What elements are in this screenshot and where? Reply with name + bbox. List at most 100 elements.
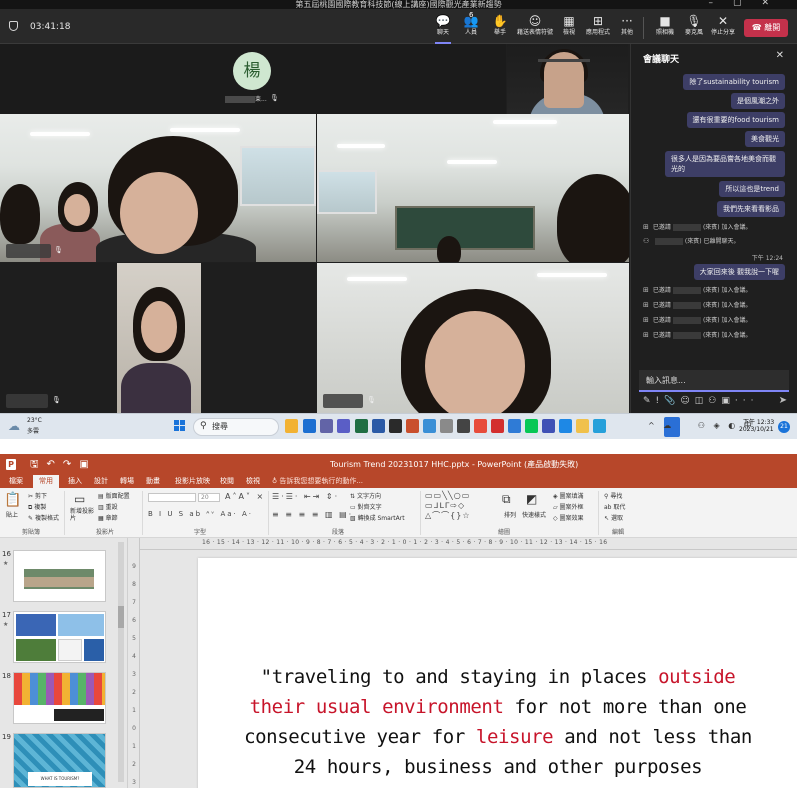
new-slide-icon[interactable]: ▭ xyxy=(74,492,85,506)
tab-transitions[interactable]: 轉場 xyxy=(120,476,134,486)
list-buttons[interactable]: ☰·☰· ⇤⇥ ⇕· xyxy=(272,492,339,501)
stop-share-button[interactable]: ✕ 停止分享 xyxy=(708,13,738,41)
teams-classic-icon[interactable] xyxy=(542,419,555,433)
reset-button[interactable]: ▥ 重設 xyxy=(98,502,118,511)
app-icon[interactable] xyxy=(593,419,606,433)
onenote-icon[interactable] xyxy=(337,419,350,433)
gif-icon[interactable]: ◫ xyxy=(695,396,709,406)
new-slide-button[interactable]: 新增投影片 xyxy=(70,508,96,522)
tab-file[interactable]: 檔案 xyxy=(9,476,23,486)
replace-button[interactable]: ab 取代 xyxy=(604,502,625,511)
folder-icon[interactable] xyxy=(576,419,589,433)
clock-time[interactable]: 下午 12:33 xyxy=(743,417,774,426)
current-slide[interactable]: "traveling to and staying in places outs… xyxy=(198,558,797,788)
line-icon[interactable] xyxy=(525,419,538,433)
cut-button[interactable]: ✂ 剪下 xyxy=(28,491,47,500)
quick-access-toolbar[interactable]: 🖫↶↷▣ xyxy=(30,457,97,474)
slide-thumbnail-19[interactable]: WHAT IS TOURISM? xyxy=(13,733,106,788)
save-icon[interactable]: 🖫 xyxy=(30,459,47,470)
settings-icon[interactable] xyxy=(423,419,436,433)
tell-me-search[interactable]: ♁ 告訴我您想要執行的動作... xyxy=(272,476,363,486)
tab-animations[interactable]: 動畫 xyxy=(146,476,160,486)
redo-icon[interactable]: ↷ xyxy=(63,459,79,470)
teams-icon[interactable] xyxy=(320,419,333,433)
app-icon[interactable] xyxy=(457,419,470,433)
font-grow-shrink-icon[interactable]: A˄A˅ ⨯ xyxy=(225,492,265,501)
notification-badge[interactable]: 21 xyxy=(778,421,790,433)
app-icon[interactable] xyxy=(389,419,402,433)
emoji-icon[interactable]: ☺ xyxy=(680,396,694,406)
align-buttons[interactable]: ≡ ≡ ≡ ≡ ▥ ▤· xyxy=(272,510,353,519)
attach-icon[interactable]: 📎 xyxy=(664,396,680,406)
window-controls[interactable]: –▢✕ xyxy=(708,0,789,8)
shape-effects-button[interactable]: ◇ 圖案效果 xyxy=(553,513,584,522)
quick-styles-button[interactable]: 快速樣式 xyxy=(522,510,546,519)
sticker-icon[interactable]: ⚇ xyxy=(708,396,721,406)
shape-fill-button[interactable]: ◈ 圖案填滿 xyxy=(553,491,584,500)
presenter-video-tile[interactable] xyxy=(507,44,628,114)
smartart-button[interactable]: ▧ 轉換成 SmartArt xyxy=(350,513,405,522)
windows-start-icon[interactable] xyxy=(174,420,186,432)
close-icon[interactable]: ✕ xyxy=(776,50,784,61)
tab-view[interactable]: 檢視 xyxy=(246,476,260,486)
acrobat-icon[interactable] xyxy=(491,419,504,433)
tab-slideshow[interactable]: 投影片放映 xyxy=(175,476,210,486)
find-button[interactable]: ⚲ 尋找 xyxy=(604,491,622,500)
layout-button[interactable]: ▤ 版面配置 xyxy=(98,491,130,500)
word-icon[interactable] xyxy=(372,419,385,433)
slide-thumbnail-18[interactable] xyxy=(13,672,106,724)
participant-tile-avatar[interactable]: 楊 束... 🎙 xyxy=(0,44,506,114)
excel-icon[interactable] xyxy=(355,419,368,433)
more-button[interactable]: ··· 其他 xyxy=(612,13,642,41)
paste-icon[interactable]: 📋 xyxy=(4,492,21,508)
tab-design[interactable]: 設計 xyxy=(94,476,108,486)
app-icon[interactable] xyxy=(508,419,521,433)
select-button[interactable]: ↖ 選取 xyxy=(604,513,623,522)
paste-button[interactable]: 貼上 xyxy=(6,510,18,519)
loop-icon[interactable]: ▣ xyxy=(721,396,735,406)
powerpoint-icon[interactable] xyxy=(406,419,419,433)
clock-date[interactable]: 2023/10/21 xyxy=(739,426,774,433)
align-text-button[interactable]: ▭ 對齊文字 xyxy=(350,502,382,511)
shapes-gallery[interactable]: ▭▭╲╲○▭ ▭ᒧᒪᒥ⇨◇ △⌒⌒{}☆ xyxy=(425,491,495,521)
shape-outline-button[interactable]: ▱ 圖案外框 xyxy=(553,502,584,511)
undo-icon[interactable]: ↶ xyxy=(47,459,63,470)
quick-styles-icon[interactable]: ◩ xyxy=(526,492,537,506)
participant-video-tile-c[interactable]: 🎙 xyxy=(0,263,316,413)
font-size-box[interactable]: 20 xyxy=(198,493,220,502)
file-explorer-icon[interactable] xyxy=(285,419,298,433)
font-name-box[interactable] xyxy=(148,493,196,502)
participant-video-tile-d[interactable]: 🎙 xyxy=(317,263,629,413)
tab-review[interactable]: 校閱 xyxy=(220,476,234,486)
slide-thumbnail-16[interactable] xyxy=(13,550,106,602)
send-icon[interactable]: ➤ xyxy=(779,395,787,406)
slide-thumbnail-17[interactable] xyxy=(13,611,106,663)
thumbnail-scrollbar[interactable] xyxy=(118,542,124,782)
scrollbar-thumb[interactable] xyxy=(118,606,124,628)
chrome-icon[interactable] xyxy=(474,419,487,433)
text-direction-button[interactable]: ⇅ 文字方向 xyxy=(350,491,381,500)
participant-video-tile-b[interactable] xyxy=(317,114,629,262)
format-painter-button[interactable]: ✎ 複製格式 xyxy=(28,513,59,522)
arrange-icon[interactable]: ⧉ xyxy=(502,492,511,507)
participant-video-tile-a[interactable]: 🎙 xyxy=(0,114,316,262)
name-mask xyxy=(654,238,683,245)
tab-home[interactable]: 常用 xyxy=(33,475,59,488)
app-icon[interactable] xyxy=(559,419,572,433)
font-style-buttons[interactable]: B I U S ab ᴬᵛ Aa· A· xyxy=(148,510,253,518)
important-icon[interactable]: ! xyxy=(656,396,665,406)
slide-quote-text[interactable]: "traveling to and staying in places outs… xyxy=(238,662,758,782)
app-icon[interactable] xyxy=(440,419,453,433)
taskbar-search-box[interactable]: ⚲ 搜尋 xyxy=(193,418,279,436)
edge-icon[interactable] xyxy=(303,419,316,433)
chat-message-input[interactable]: 輸入訊息... xyxy=(639,370,789,392)
tab-insert[interactable]: 插入 xyxy=(68,476,82,486)
cloud-icon[interactable]: ☁ xyxy=(8,419,20,433)
format-icon[interactable]: ✎ xyxy=(643,396,656,406)
more-options-icon[interactable]: ··· xyxy=(735,396,759,406)
copy-button[interactable]: ⧉ 複製 xyxy=(28,502,46,512)
arrange-button[interactable]: 排列 xyxy=(504,510,516,519)
section-button[interactable]: ▦ 章節 xyxy=(98,513,118,522)
present-icon[interactable]: ▣ xyxy=(79,459,96,470)
leave-button[interactable]: ☎ 離開 xyxy=(744,19,788,37)
